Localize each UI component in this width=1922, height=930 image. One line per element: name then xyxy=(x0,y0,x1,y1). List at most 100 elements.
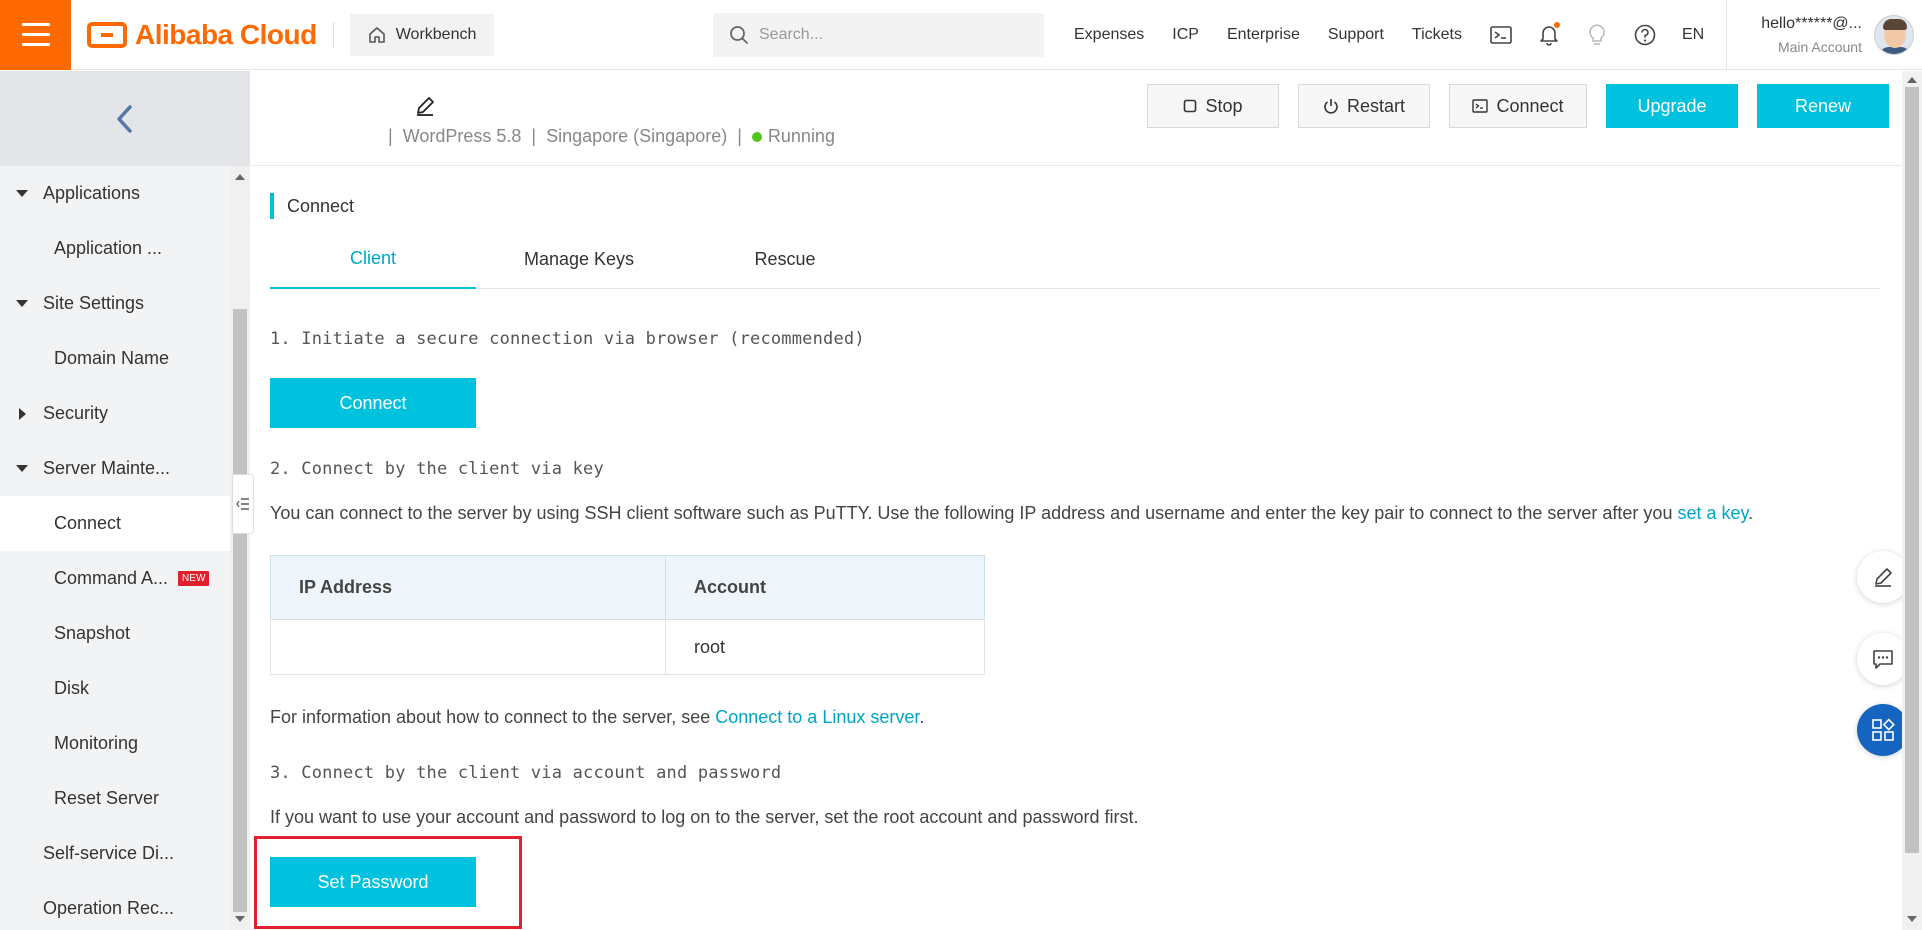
sidebar-item-self-service-diagnosis[interactable]: Self-service Di... xyxy=(0,826,230,881)
renew-button[interactable]: Renew xyxy=(1757,84,1889,128)
column-header-account: Account xyxy=(665,555,985,620)
sidebar-scrollbar[interactable] xyxy=(230,166,250,930)
nav-expenses[interactable]: Expenses xyxy=(1074,26,1144,44)
caret-right-icon xyxy=(19,407,26,420)
upgrade-button[interactable]: Upgrade xyxy=(1606,84,1738,128)
nav-enterprise[interactable]: Enterprise xyxy=(1227,26,1300,44)
status-badge: Running xyxy=(751,126,835,147)
sidebar-item-label: Connect xyxy=(54,513,122,533)
sidebar-item-label: Applications xyxy=(43,183,141,203)
sidebar-item-label: Domain Name xyxy=(54,348,170,368)
power-icon xyxy=(1324,99,1338,114)
sidebar-item-security[interactable]: Security xyxy=(0,386,230,441)
sidebar-item-snapshot[interactable]: Snapshot xyxy=(0,606,230,661)
scroll-thumb[interactable] xyxy=(1905,87,1919,853)
caret-down-icon xyxy=(16,189,28,197)
sidebar-item-label: Operation Rec... xyxy=(43,898,175,918)
divider xyxy=(1726,0,1728,70)
scroll-up-icon[interactable] xyxy=(235,174,245,180)
search-icon xyxy=(730,26,748,44)
scroll-up-icon[interactable] xyxy=(1907,77,1917,83)
instance-meta: | WordPress 5.8 | Singapore (Singapore) … xyxy=(388,126,835,147)
nav-support[interactable]: Support xyxy=(1328,26,1384,44)
search-input[interactable] xyxy=(759,26,1029,44)
info-text: For information about how to connect to … xyxy=(270,707,716,727)
divider xyxy=(332,21,334,48)
global-search[interactable] xyxy=(713,13,1044,57)
set-key-link[interactable]: set a key xyxy=(1677,503,1748,523)
edit-name-icon[interactable] xyxy=(414,95,436,122)
step2-text: You can connect to the server by using S… xyxy=(270,503,1678,523)
browser-connect-button[interactable]: Connect xyxy=(270,378,476,428)
help-icon[interactable] xyxy=(1634,24,1656,46)
lightbulb-icon[interactable] xyxy=(1586,24,1608,46)
workbench-button[interactable]: Workbench xyxy=(349,13,495,56)
scroll-down-icon[interactable] xyxy=(235,916,245,922)
running-status-icon xyxy=(751,132,762,142)
caret-down-icon xyxy=(16,299,28,307)
nav-icp[interactable]: ICP xyxy=(1172,26,1199,44)
connect-info: For information about how to connect to … xyxy=(270,707,924,728)
chat-icon xyxy=(1873,650,1893,669)
sidebar-item-applications[interactable]: Applications xyxy=(0,166,230,221)
sidebar-item-domain-name[interactable]: Domain Name xyxy=(0,331,230,386)
tab-client[interactable]: Client xyxy=(270,229,476,289)
back-button[interactable] xyxy=(0,71,249,166)
top-nav: Expenses ICP Enterprise Support Tickets … xyxy=(1074,0,1728,70)
notification-dot xyxy=(1553,22,1560,28)
header-connect-button[interactable]: Connect xyxy=(1449,84,1587,128)
restart-button[interactable]: Restart xyxy=(1298,84,1430,128)
sidebar-item-label: Security xyxy=(43,403,109,423)
sidebar-item-application-info[interactable]: Application ... xyxy=(0,221,230,276)
column-header-ip: IP Address xyxy=(270,555,666,620)
sidebar-item-label: Monitoring xyxy=(54,733,139,753)
sidebar-item-server-maintenance[interactable]: Server Mainte... xyxy=(0,441,230,496)
scroll-thumb[interactable] xyxy=(233,309,247,912)
stop-button[interactable]: Stop xyxy=(1147,84,1279,128)
menu-icon-line xyxy=(21,33,50,36)
menu-button[interactable] xyxy=(0,0,71,70)
sidebar-item-operation-records[interactable]: Operation Rec... xyxy=(0,881,230,930)
linux-server-link[interactable]: Connect to a Linux server xyxy=(715,707,919,727)
sidebar: Applications Application ... Site Settin… xyxy=(0,71,250,930)
account-menu[interactable]: hello******@... Main Account xyxy=(1740,0,1922,70)
account-type: Main Account xyxy=(1777,39,1862,55)
sidebar-item-connect[interactable]: Connect xyxy=(0,496,230,551)
step3-heading: 3. Connect by the client via account and… xyxy=(270,763,782,783)
meta-separator: | xyxy=(737,126,742,146)
scroll-down-icon[interactable] xyxy=(1907,916,1917,922)
sidebar-item-disk[interactable]: Disk xyxy=(0,661,230,716)
tab-rescue[interactable]: Rescue xyxy=(682,229,888,289)
meta-separator: | xyxy=(388,126,393,146)
terminal-icon xyxy=(1472,99,1489,113)
avatar-shirt xyxy=(1879,47,1911,54)
tab-manage-keys[interactable]: Manage Keys xyxy=(476,229,682,289)
stop-icon xyxy=(1184,99,1197,113)
sidebar-item-label: Reset Server xyxy=(54,788,160,808)
sidebar-item-label: Site Settings xyxy=(43,293,145,313)
bell-icon[interactable] xyxy=(1538,22,1560,46)
sidebar-item-site-settings[interactable]: Site Settings xyxy=(0,276,230,331)
brand-logo[interactable]: Alibaba Cloud xyxy=(87,0,317,70)
sidebar-item-label: Server Mainte... xyxy=(43,458,171,478)
sidebar-item-command-assistant[interactable]: Command A... NEW xyxy=(0,551,230,606)
account-cell: root xyxy=(665,619,985,675)
connect-tabs: Client Manage Keys Rescue xyxy=(270,229,1880,289)
instance-actions: Stop Restart Connect Upgrade Renew xyxy=(1147,84,1889,128)
status-text: Running xyxy=(767,126,835,146)
page-scrollbar[interactable] xyxy=(1902,71,1922,930)
language-switch[interactable]: EN xyxy=(1682,26,1704,44)
terminal-icon[interactable] xyxy=(1490,24,1512,46)
sidebar-item-reset-server[interactable]: Reset Server xyxy=(0,771,230,826)
connect-label: Connect xyxy=(1496,95,1564,116)
avatar[interactable] xyxy=(1874,15,1914,55)
main-content: Connect Client Manage Keys Rescue 1. Ini… xyxy=(251,167,1901,930)
account-name: hello******@... xyxy=(1761,15,1862,32)
table-header-row: IP Address Account xyxy=(270,555,985,620)
avatar-hair xyxy=(1883,19,1907,30)
sidebar-item-monitoring[interactable]: Monitoring xyxy=(0,716,230,771)
nav-tickets[interactable]: Tickets xyxy=(1412,26,1462,44)
ip-address-cell xyxy=(270,619,666,675)
set-password-button[interactable]: Set Password xyxy=(270,857,476,907)
step2-heading: 2. Connect by the client via key xyxy=(270,459,604,479)
